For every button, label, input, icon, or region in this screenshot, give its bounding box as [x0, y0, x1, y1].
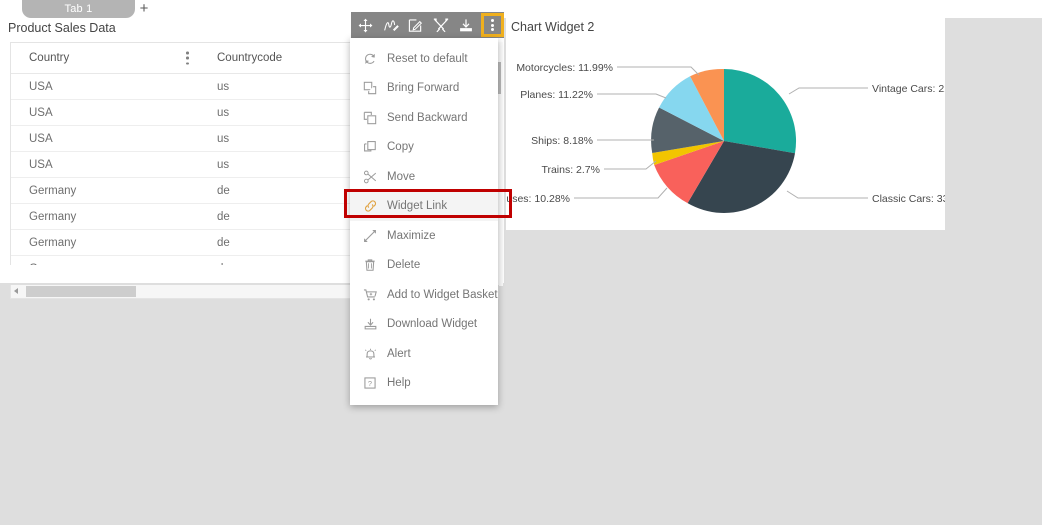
- scribble-button[interactable]: [378, 12, 403, 38]
- leader-line-motorcycles: [617, 66, 700, 76]
- table-header-label: Country: [29, 52, 70, 64]
- app-root: Tab 1 + Product Sales Data Country Count…: [0, 0, 1042, 525]
- trash-icon: [363, 258, 387, 272]
- bell-icon: [363, 347, 387, 361]
- copy-icon: [363, 140, 387, 154]
- table-widget-title: Product Sales Data: [8, 21, 116, 35]
- menu-item-alert[interactable]: Alert: [350, 339, 498, 369]
- menu-item-download-widget[interactable]: Download Widget: [350, 310, 498, 340]
- table-header-label: Countrycode: [217, 52, 283, 64]
- reset-icon: [363, 52, 387, 66]
- cell-country: Germany: [11, 177, 199, 204]
- table-header-country[interactable]: Country: [11, 43, 199, 74]
- menu-item-widget-link[interactable]: Widget Link: [350, 191, 498, 221]
- menu-item-label: Widget Link: [387, 200, 448, 213]
- tab-label: Tab 1: [64, 3, 93, 15]
- menu-item-label: Help: [387, 377, 411, 390]
- tab-bar: Tab 1 +: [0, 0, 1042, 18]
- add-tab-button[interactable]: +: [134, 0, 154, 18]
- edit-button[interactable]: [403, 12, 428, 38]
- leader-line-vintage-cars: [788, 87, 868, 95]
- cell-country: USA: [11, 73, 199, 100]
- pie-label-classic-cars: Classic Cars: 33.71%: [872, 193, 945, 205]
- send-backward-icon: [363, 111, 387, 125]
- more-options-button[interactable]: [481, 13, 505, 37]
- menu-item-label: Copy: [387, 141, 414, 154]
- menu-item-maximize[interactable]: Maximize: [350, 221, 498, 251]
- pie-chart: Vintage Cars: 21.92% Classic Cars: 33.71…: [506, 62, 945, 214]
- cell-country: Germany: [11, 255, 199, 265]
- pie-label-vintage-cars: Vintage Cars: 21.92%: [872, 83, 945, 95]
- widget-context-menu: Reset to default Bring Forward Send Back…: [350, 38, 498, 405]
- pie-label-planes: Planes: 11.22%: [520, 89, 593, 101]
- menu-item-reset-to-default[interactable]: Reset to default: [350, 44, 498, 74]
- pie-label-ships: Ships: 8.18%: [531, 135, 593, 147]
- menu-item-bring-forward[interactable]: Bring Forward: [350, 74, 498, 104]
- menu-item-delete[interactable]: Delete: [350, 251, 498, 281]
- menu-item-label: Move: [387, 170, 416, 183]
- menu-item-label: Bring Forward: [387, 82, 460, 95]
- tools-button[interactable]: [428, 12, 453, 38]
- menu-item-label: Download Widget: [387, 318, 478, 331]
- menu-item-label: Reset to default: [387, 52, 468, 65]
- tab-item-tab-1[interactable]: Tab 1: [22, 0, 135, 18]
- svg-text:?: ?: [368, 379, 372, 388]
- chart-widget-title: Chart Widget 2: [511, 20, 595, 34]
- leader-line-trucks-and-buses: [574, 187, 668, 199]
- move-widget-button[interactable]: [353, 12, 378, 38]
- menu-item-add-to-widget-basket[interactable]: Add to Widget Basket: [350, 280, 498, 310]
- cell-country: USA: [11, 151, 199, 178]
- pie-label-motorcycles: Motorcycles: 11.99%: [516, 62, 613, 74]
- menu-item-label: Maximize: [387, 229, 436, 242]
- move-arrows-icon: [358, 18, 373, 32]
- move-scissors-icon: [363, 170, 387, 184]
- bring-forward-icon: [363, 81, 387, 95]
- scroll-left-arrow-icon[interactable]: [14, 288, 18, 294]
- scribble-icon: [383, 19, 399, 31]
- cart-icon: [363, 288, 387, 302]
- leader-line-classic-cars: [786, 190, 868, 199]
- menu-item-label: Alert: [387, 347, 411, 360]
- table-horizontal-scrollbar-thumb[interactable]: [26, 286, 136, 297]
- link-icon: [363, 199, 387, 213]
- edit-pencil-icon: [409, 18, 423, 32]
- maximize-icon: [363, 229, 387, 243]
- menu-item-help[interactable]: ? Help: [350, 369, 498, 399]
- download-icon: [459, 18, 472, 31]
- pie-label-trucks-and-buses: Trucks and Buses: 10.28%: [506, 193, 570, 205]
- pie-label-trains: Trains: 2.7%: [541, 164, 600, 176]
- download-icon: [363, 317, 387, 331]
- menu-item-label: Add to Widget Basket: [387, 288, 498, 301]
- tools-icon: [433, 18, 448, 32]
- leader-line-trains: [604, 160, 657, 170]
- download-widget-button[interactable]: [453, 12, 478, 38]
- pie-slice-vintage-cars[interactable]: [724, 68, 797, 154]
- chart-widget: Chart Widget 2 Vintage Cars: 2 Classic C…: [506, 18, 945, 230]
- cell-country: Germany: [11, 229, 199, 256]
- cell-country: USA: [11, 99, 199, 126]
- menu-item-label: Send Backward: [387, 111, 468, 124]
- column-menu-icon[interactable]: [186, 51, 189, 65]
- cell-country: USA: [11, 125, 199, 152]
- widget-toolbar: [351, 12, 505, 38]
- menu-item-label: Delete: [387, 259, 421, 272]
- cell-country: Germany: [11, 203, 199, 230]
- menu-item-copy[interactable]: Copy: [350, 133, 498, 163]
- leader-line-planes: [597, 93, 667, 99]
- more-options-icon: [491, 19, 495, 31]
- menu-item-move[interactable]: Move: [350, 162, 498, 192]
- menu-item-send-backward[interactable]: Send Backward: [350, 103, 498, 133]
- help-icon: ?: [363, 376, 387, 390]
